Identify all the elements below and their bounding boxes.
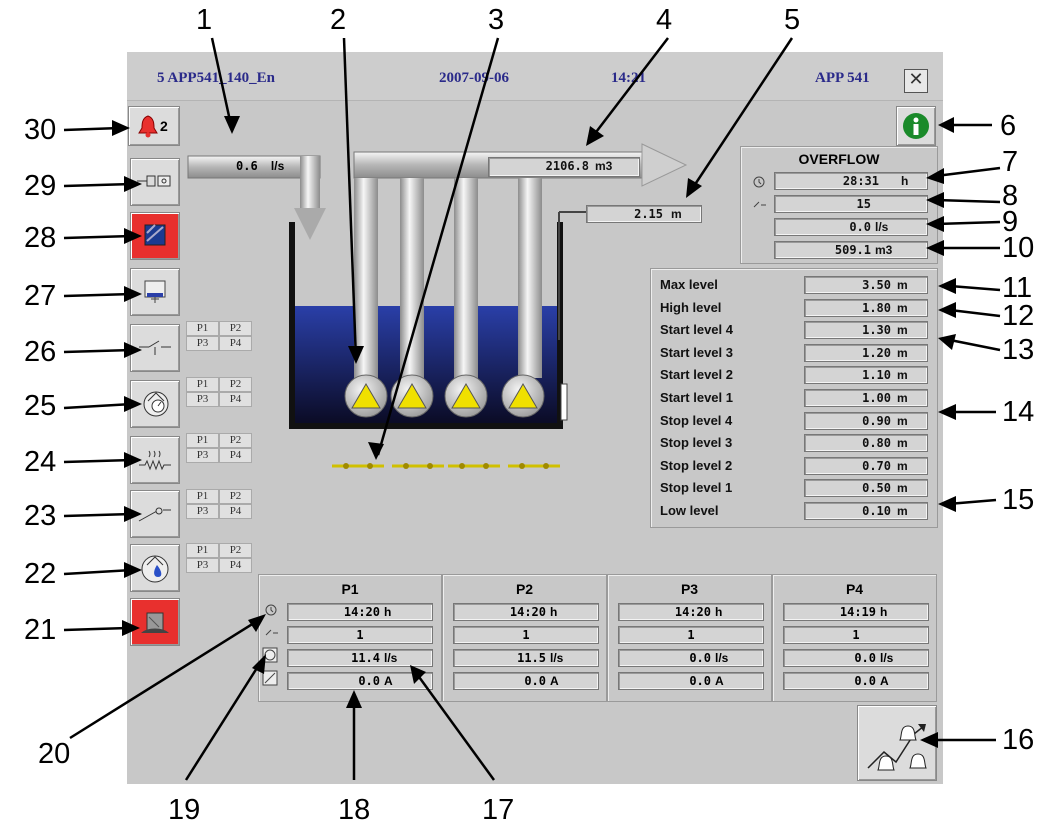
callout-14: 14 bbox=[1002, 396, 1035, 428]
callout-28: 28 bbox=[24, 222, 57, 254]
callout-leaders bbox=[63, 37, 1001, 781]
callout-16: 16 bbox=[1002, 724, 1035, 756]
callout-11: 11 bbox=[1002, 272, 1033, 304]
callout-18: 18 bbox=[338, 794, 371, 826]
callout-17: 17 bbox=[482, 794, 515, 826]
callout-6: 6 bbox=[1000, 110, 1017, 142]
callout-20: 20 bbox=[38, 738, 71, 770]
callout-19: 19 bbox=[168, 794, 201, 826]
callout-29: 29 bbox=[24, 170, 57, 202]
callout-26: 26 bbox=[24, 336, 57, 368]
callout-12: 12 bbox=[1002, 300, 1035, 332]
callout-23: 23 bbox=[24, 500, 57, 532]
callout-24: 24 bbox=[24, 446, 57, 478]
callout-2: 2 bbox=[330, 4, 347, 36]
callout-22: 22 bbox=[24, 558, 57, 590]
callout-15: 15 bbox=[1002, 484, 1035, 516]
callout-25: 25 bbox=[24, 390, 57, 422]
callout-13: 13 bbox=[1002, 334, 1035, 366]
callout-27: 27 bbox=[24, 280, 57, 312]
callout-1: 1 bbox=[196, 4, 213, 36]
callout-5: 5 bbox=[784, 4, 801, 36]
callout-10: 10 bbox=[1002, 232, 1035, 264]
callout-21: 21 bbox=[24, 614, 57, 646]
callout-30: 30 bbox=[24, 114, 57, 146]
callout-3: 3 bbox=[488, 4, 505, 36]
callout-4: 4 bbox=[656, 4, 673, 36]
callout-7: 7 bbox=[1002, 146, 1019, 178]
